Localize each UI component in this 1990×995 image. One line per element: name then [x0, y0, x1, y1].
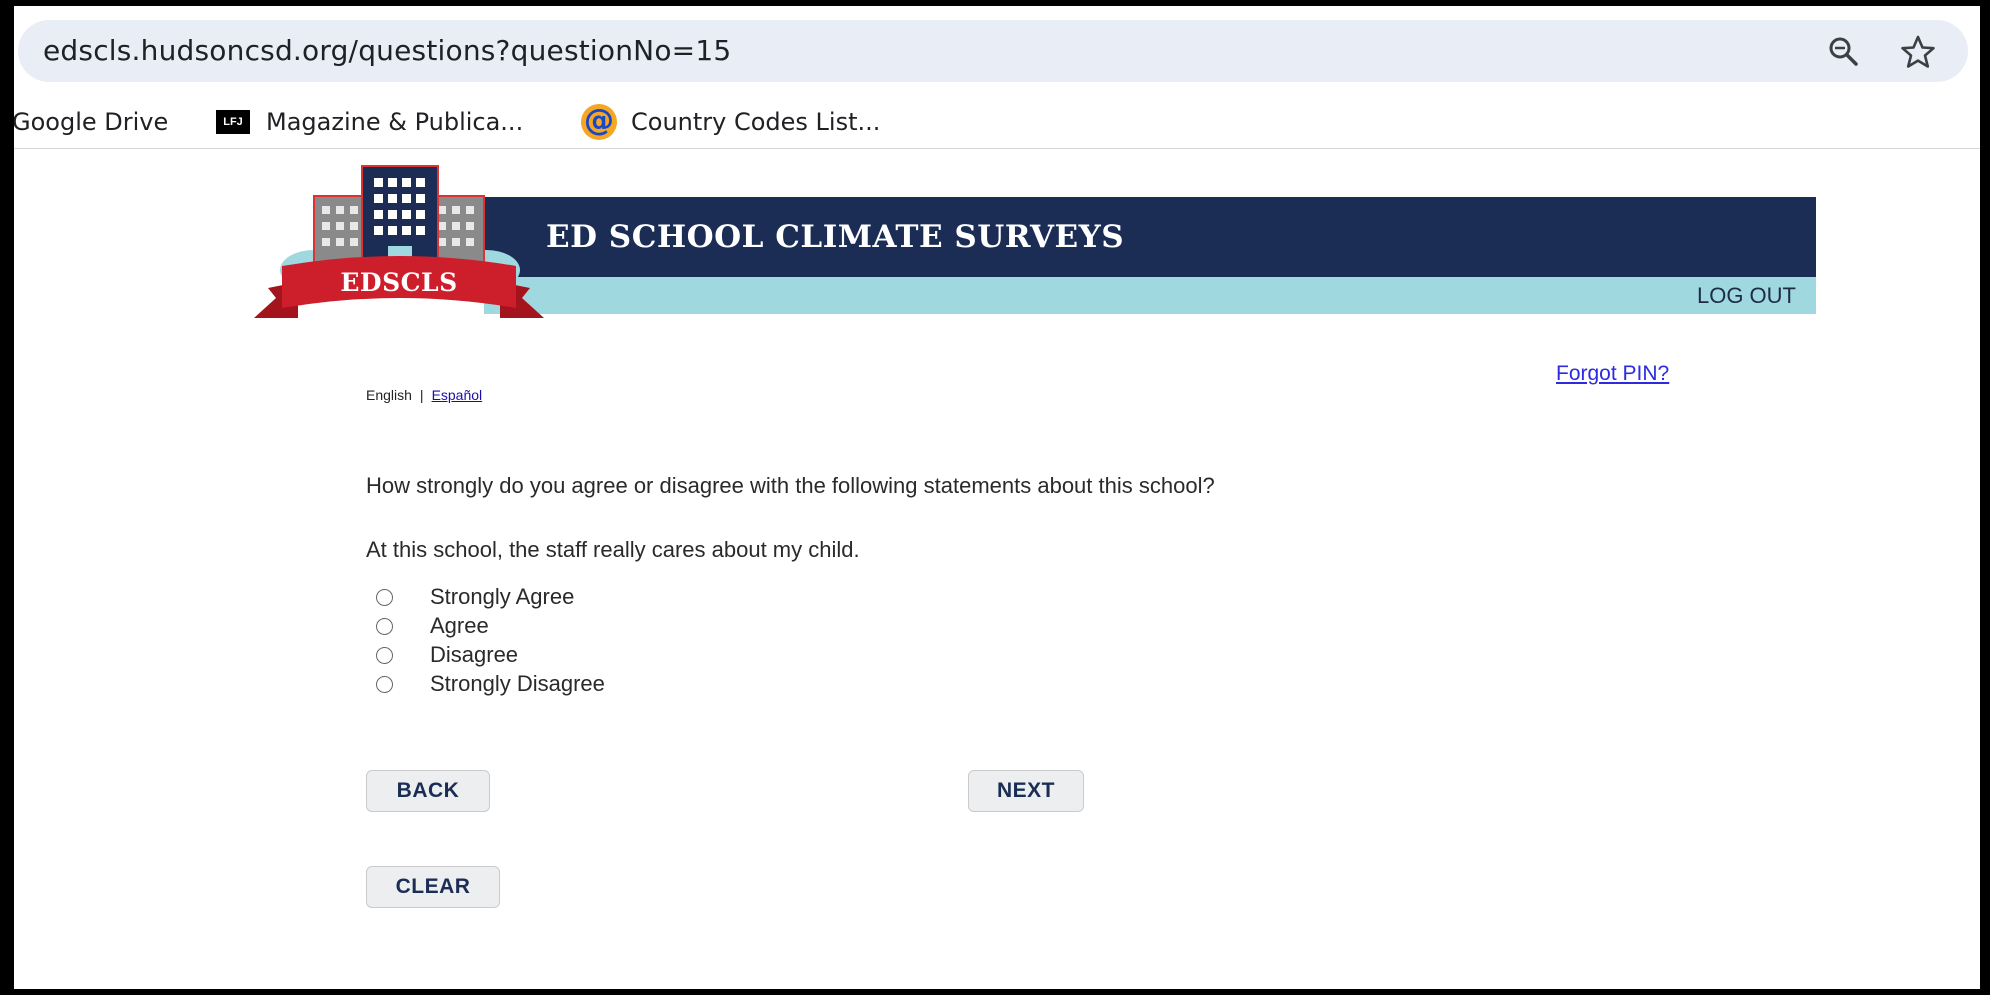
option-strongly-agree[interactable]: Strongly Agree — [376, 584, 574, 610]
back-button[interactable]: BACK — [366, 770, 490, 812]
option-strongly-disagree[interactable]: Strongly Disagree — [376, 671, 605, 697]
site-banner: ED SCHOOL CLIMATE SURVEYS — [484, 197, 1816, 277]
option-label: Disagree — [430, 642, 519, 667]
radio-button[interactable] — [376, 588, 393, 606]
radio-button[interactable] — [376, 617, 393, 635]
address-bar[interactable]: edscls.hudsoncsd.org/questions?questionN… — [18, 20, 1968, 82]
bookmark-star-icon[interactable] — [1900, 34, 1936, 70]
edscls-logo[interactable]: EDSCLS — [254, 158, 544, 328]
bookmarks-bar: Google Drive LFJ Magazine & Publica... @… — [14, 96, 1980, 149]
language-espanol-link[interactable]: Español — [432, 387, 483, 403]
forgot-pin-link[interactable]: Forgot PIN? — [1556, 362, 1669, 386]
bookmark-label: Magazine & Publica... — [266, 108, 524, 136]
bookmark-label: Country Codes List... — [631, 108, 881, 136]
url-text[interactable]: edscls.hudsoncsd.org/questions?questionN… — [43, 34, 731, 67]
radio-button[interactable] — [376, 675, 393, 693]
language-separator: | — [419, 387, 424, 403]
option-agree[interactable]: Agree — [376, 613, 489, 639]
language-switch: English | Español — [366, 387, 482, 403]
next-button[interactable]: NEXT — [968, 770, 1084, 812]
radio-button[interactable] — [376, 646, 393, 664]
question-statement: At this school, the staff really cares a… — [366, 537, 860, 562]
at-sign-icon: @ — [581, 104, 617, 140]
bookmark-magazine[interactable]: LFJ Magazine & Publica... — [216, 104, 523, 140]
zoom-out-icon[interactable] — [1826, 34, 1862, 70]
option-label: Agree — [430, 613, 489, 638]
option-label: Strongly Disagree — [430, 671, 605, 696]
browser-window: edscls.hudsoncsd.org/questions?questionN… — [14, 6, 1980, 989]
lfj-logo-icon: LFJ — [216, 110, 250, 134]
option-label: Strongly Agree — [430, 584, 575, 609]
bookmark-google-drive[interactable]: Google Drive — [14, 104, 168, 140]
header-subbar: LOG OUT — [484, 277, 1816, 314]
bookmark-country-codes[interactable]: @ Country Codes List... — [581, 104, 880, 140]
question-prompt: How strongly do you agree or disagree wi… — [366, 473, 1215, 498]
clear-button[interactable]: CLEAR — [366, 866, 500, 908]
site-title: ED SCHOOL CLIMATE SURVEYS — [546, 219, 1125, 255]
bookmark-label: Google Drive — [14, 108, 169, 136]
option-disagree[interactable]: Disagree — [376, 642, 518, 668]
language-current: English — [366, 387, 412, 403]
logout-link[interactable]: LOG OUT — [1697, 283, 1796, 309]
logo-text: EDSCLS — [340, 268, 458, 297]
